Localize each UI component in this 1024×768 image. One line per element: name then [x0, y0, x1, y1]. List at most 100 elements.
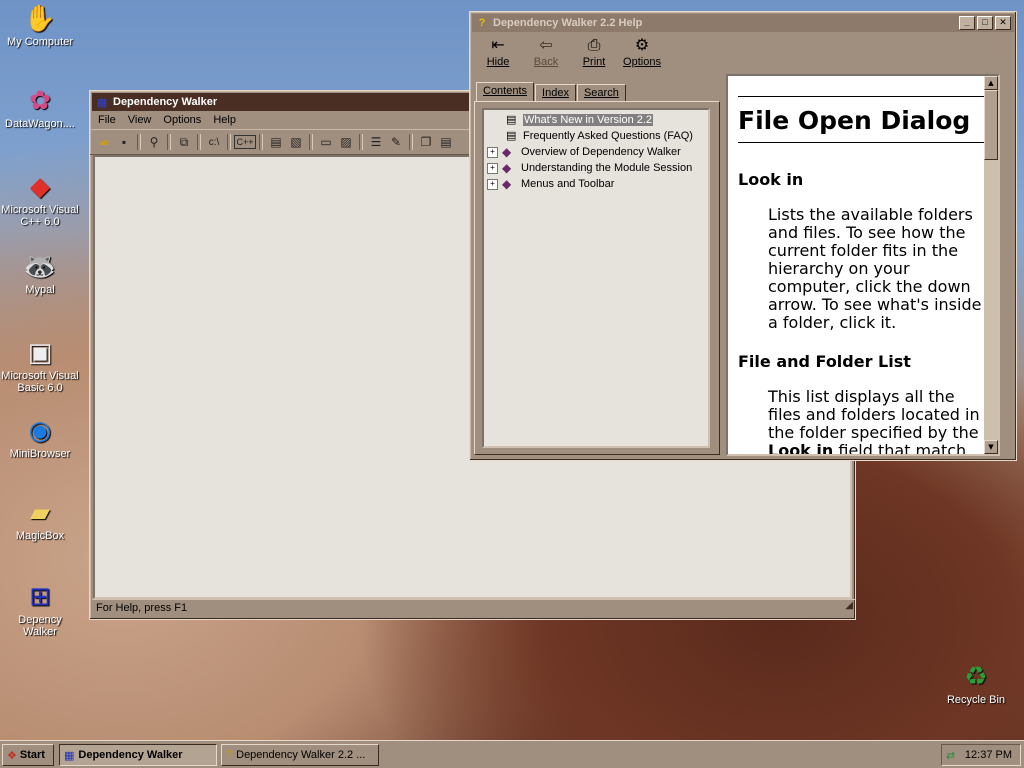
help-tabs: Contents Index Search: [476, 82, 627, 102]
cascade-icon[interactable]: ❐: [416, 133, 436, 151]
expand-icon[interactable]: +: [487, 162, 498, 174]
desktop-icon-mypal[interactable]: 🦝 Mypal: [0, 250, 80, 297]
globe-icon: ◉: [28, 414, 52, 445]
cpp-icon[interactable]: C++: [234, 135, 256, 149]
tree-item[interactable]: + ◆ Understanding the Module Session: [487, 160, 692, 176]
tree-item-label: Menus and Toolbar: [521, 178, 615, 190]
tree-item-label: Frequently Asked Questions (FAQ): [523, 130, 693, 142]
desktop-icon-label: Microsoft Visual C++ 6.0: [1, 204, 79, 228]
page-icon: ▤: [506, 113, 517, 126]
task-dependency-walker[interactable]: ▦ Dependency Walker: [59, 744, 217, 766]
page-icon: ▤: [506, 129, 517, 142]
tab-index[interactable]: Index: [535, 84, 576, 102]
hide-button[interactable]: ⇤ Hide: [474, 36, 522, 72]
tree-item[interactable]: ▤ What's New in Version 2.2: [506, 112, 654, 128]
properties-icon[interactable]: ▧: [286, 133, 306, 151]
desktop-icon-recycle-bin[interactable]: ♻ Recycle Bin: [936, 660, 1016, 707]
tree-item-label: Understanding the Module Session: [521, 162, 693, 174]
desktop-icon-label: Recycle Bin: [946, 694, 1006, 706]
desktop-icon-datawagon[interactable]: ✿ DataWagon....: [0, 84, 80, 131]
vertical-scrollbar[interactable]: ▲ ▼: [984, 76, 998, 454]
menu-view[interactable]: View: [122, 114, 158, 126]
task-dependency-walker-help[interactable]: ? Dependency Walker 2.2 ...: [221, 744, 379, 766]
back-label: Back: [533, 56, 559, 68]
section-heading: File and Folder List: [738, 352, 911, 371]
desktop-icon-label: Microsoft Visual Basic 6.0: [1, 370, 79, 394]
menu-options[interactable]: Options: [157, 114, 207, 126]
toolbar-separator: [137, 134, 141, 150]
scroll-down-icon[interactable]: ▼: [984, 440, 998, 454]
minimize-button[interactable]: _: [959, 16, 975, 30]
section-text: Lists the available folders and files. T…: [768, 205, 982, 332]
task-label: Dependency Walker: [78, 749, 183, 761]
desktop-icon-minibrowser[interactable]: ◉ MiniBrowser: [0, 414, 80, 461]
tab-contents[interactable]: Contents: [476, 82, 535, 102]
tree-item-label: Overview of Dependency Walker: [521, 146, 681, 158]
clock[interactable]: 12:37 PM: [965, 749, 1012, 761]
help-window-title: Dependency Walker 2.2 Help: [493, 17, 643, 29]
menu-file[interactable]: File: [92, 114, 122, 126]
options-label: Options: [623, 56, 661, 68]
start-label: Start: [19, 749, 45, 761]
desktop-icon-my-computer[interactable]: ✋ My Computer: [0, 2, 80, 49]
print-button[interactable]: ⎙ Print: [570, 36, 618, 72]
menu-help[interactable]: Help: [207, 114, 242, 126]
tree-item[interactable]: + ◆ Menus and Toolbar: [487, 176, 614, 192]
desktop-icon-label: Depency Walker: [18, 614, 62, 638]
save-icon[interactable]: ▪: [114, 133, 134, 151]
open-folder-icon[interactable]: ▰: [94, 133, 114, 151]
toolbar-separator: [309, 134, 313, 150]
scroll-up-icon[interactable]: ▲: [984, 76, 998, 90]
folder-icon: ▰: [30, 496, 50, 527]
taskbar: ❖ Start ▦ Dependency Walker ? Dependency…: [0, 740, 1024, 768]
close-button[interactable]: ✕: [995, 16, 1011, 30]
desktop-icon-label: My Computer: [6, 36, 74, 48]
expand-icon[interactable]: ☰: [366, 133, 386, 151]
toolbar-separator: [167, 134, 171, 150]
edit-icon[interactable]: ✎: [386, 133, 406, 151]
help-toolbar: ⇤ Hide ⇦ Back ⎙ Print ⚙ Options: [470, 32, 1016, 72]
expand-icon[interactable]: +: [487, 178, 498, 190]
app-icon: ▦: [96, 96, 108, 109]
help-content[interactable]: File Open Dialog Look in Lists the avail…: [726, 74, 1000, 456]
vb-icon: ▣: [27, 336, 53, 367]
recycle-icon: ♻: [964, 660, 988, 691]
resize-grip-icon[interactable]: ◢: [845, 600, 853, 611]
tab-search[interactable]: Search: [576, 84, 626, 102]
find-icon[interactable]: ⚲: [144, 133, 164, 151]
tree-item[interactable]: ▤ Frequently Asked Questions (FAQ): [506, 128, 693, 144]
view-icon[interactable]: ▨: [336, 133, 356, 151]
raccoon-icon: 🦝: [23, 250, 57, 281]
tree-item[interactable]: + ◆ Overview of Dependency Walker: [487, 144, 681, 160]
scroll-thumb[interactable]: [984, 90, 998, 160]
toolbar-separator: [259, 134, 263, 150]
hand-icon: ✋: [23, 2, 57, 33]
back-icon: ⇦: [539, 37, 553, 54]
print-icon: ⎙: [587, 37, 601, 54]
book-icon: ◆: [502, 177, 512, 191]
section-heading: Look in: [738, 170, 804, 189]
help-task-icon: ?: [226, 749, 233, 761]
profile-icon[interactable]: ▤: [266, 133, 286, 151]
desktop-icon-visual-cpp[interactable]: ◆ Microsoft Visual C++ 6.0: [0, 170, 80, 229]
contents-tree[interactable]: ▤ What's New in Version 2.2 ▤ Frequently…: [482, 108, 710, 448]
computer-icon[interactable]: ▭: [316, 133, 336, 151]
back-button[interactable]: ⇦ Back: [522, 36, 570, 72]
toolbar-separator: [359, 134, 363, 150]
help-titlebar[interactable]: ? Dependency Walker 2.2 Help _ □ ✕: [472, 14, 1014, 32]
toolbar-separator: [409, 134, 413, 150]
tile-icon[interactable]: ▤: [436, 133, 456, 151]
start-button[interactable]: ❖ Start: [2, 744, 54, 766]
status-text: For Help, press F1: [96, 602, 188, 614]
path-icon[interactable]: c:\: [204, 133, 224, 151]
desktop-icon-magicbox[interactable]: ▰ MagicBox: [0, 496, 80, 543]
copy-icon[interactable]: ⧉: [174, 133, 194, 151]
vc-icon: ◆: [30, 170, 50, 201]
maximize-button[interactable]: □: [977, 16, 993, 30]
expand-icon[interactable]: +: [487, 146, 498, 158]
desktop-icon-depency-walker[interactable]: ⊞ Depency Walker: [0, 580, 80, 639]
help-window: ? Dependency Walker 2.2 Help _ □ ✕ ⇤ Hid…: [469, 11, 1017, 461]
options-button[interactable]: ⚙ Options: [618, 36, 666, 72]
desktop-icon-visual-basic[interactable]: ▣ Microsoft Visual Basic 6.0: [0, 336, 80, 395]
tray-network-icon[interactable]: ⇄: [946, 749, 955, 762]
